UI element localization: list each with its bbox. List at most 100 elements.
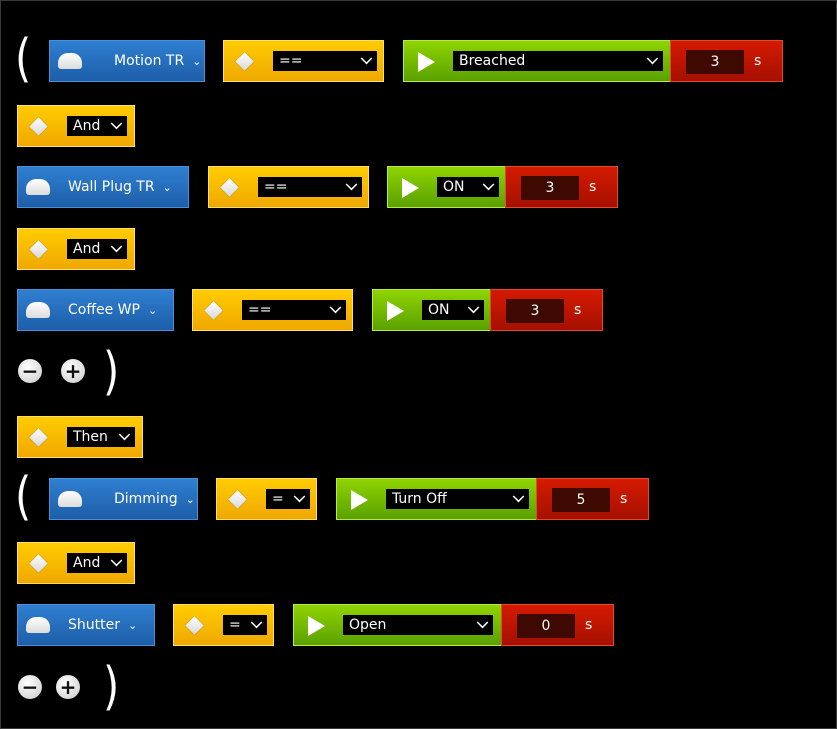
- value-block: ON: [387, 166, 506, 208]
- then-value: Then: [73, 429, 108, 445]
- chevron-down-icon: [110, 240, 123, 253]
- remove-action-button[interactable]: −: [18, 675, 42, 699]
- minus-circle-icon: −: [21, 675, 39, 699]
- minus-circle-icon: −: [21, 359, 39, 383]
- connector-select[interactable]: And: [67, 553, 127, 573]
- value-block: Open: [293, 604, 502, 646]
- value-select[interactable]: ON: [437, 177, 499, 197]
- device-icon: [58, 491, 82, 507]
- value-select[interactable]: Turn Off: [386, 489, 529, 509]
- connector-value: And: [73, 118, 101, 134]
- diamond-icon: [29, 116, 48, 136]
- chevron-down-icon: [467, 301, 480, 314]
- play-icon: [418, 52, 435, 72]
- value-text: Open: [349, 617, 387, 633]
- connector-value: And: [73, 555, 101, 571]
- operator-value: =: [229, 617, 241, 633]
- operator-select[interactable]: =: [223, 615, 267, 635]
- chevron-down-icon: [293, 490, 306, 503]
- chevron-down-icon: [110, 117, 123, 130]
- connector-select[interactable]: And: [67, 116, 127, 136]
- delay-input[interactable]: 3: [506, 299, 564, 323]
- delay-block: 3 s: [490, 289, 603, 331]
- open-paren: (: [15, 467, 32, 527]
- chevron-down-icon: ⌄: [192, 54, 202, 68]
- chevron-down-icon: [476, 616, 489, 629]
- delay-block: 3 s: [505, 166, 618, 208]
- device-select-coffee-wp[interactable]: Coffee WP ⌄: [17, 289, 174, 331]
- diamond-icon: [220, 177, 239, 197]
- device-label: Shutter: [68, 617, 120, 633]
- rule-editor: ( Motion TR ⌄ == Breached 3 s And Wall P…: [0, 0, 837, 729]
- value-select[interactable]: Open: [343, 615, 493, 635]
- value-text: ON: [428, 302, 450, 318]
- operator-block: =: [173, 604, 274, 646]
- operator-select[interactable]: ==: [258, 177, 362, 197]
- chevron-down-icon: [482, 178, 495, 191]
- chevron-down-icon: ⌄: [147, 303, 158, 317]
- operator-block: =: [216, 478, 317, 520]
- value-block: Breached: [403, 40, 671, 82]
- device-select-motion-tr[interactable]: Motion TR ⌄: [49, 40, 205, 82]
- device-label: Coffee WP: [68, 302, 140, 318]
- operator-select[interactable]: =: [266, 489, 310, 509]
- operator-value: ==: [248, 302, 272, 318]
- value-select[interactable]: ON: [422, 300, 484, 320]
- diamond-icon: [29, 553, 48, 573]
- close-paren: ): [103, 342, 120, 402]
- chevron-down-icon: [646, 52, 659, 65]
- chevron-down-icon: ⌄: [162, 180, 172, 194]
- delay-unit: s: [585, 617, 593, 633]
- delay-unit: s: [754, 53, 762, 69]
- device-label: Dimming: [114, 491, 178, 507]
- chevron-down-icon: ⌄: [185, 492, 195, 506]
- chevron-down-icon: [250, 616, 263, 629]
- chevron-down-icon: ⌄: [127, 618, 138, 632]
- value-text: Turn Off: [392, 491, 447, 507]
- value-text: ON: [443, 179, 465, 195]
- connector-block: And: [17, 105, 135, 147]
- chevron-down-icon: [329, 301, 342, 314]
- operator-value: ==: [264, 179, 288, 195]
- delay-block: 5 s: [536, 478, 649, 520]
- device-select-shutter[interactable]: Shutter ⌄: [17, 604, 155, 646]
- operator-block: ==: [192, 289, 353, 331]
- delay-input[interactable]: 0: [517, 614, 575, 638]
- operator-select[interactable]: ==: [273, 51, 377, 71]
- operator-block: ==: [208, 166, 369, 208]
- diamond-icon: [29, 427, 48, 447]
- add-condition-button[interactable]: +: [61, 359, 85, 383]
- delay-input[interactable]: 3: [686, 50, 744, 74]
- remove-condition-button[interactable]: −: [18, 359, 42, 383]
- play-icon: [402, 178, 419, 198]
- chevron-down-icon: [360, 52, 373, 65]
- device-label: Wall Plug TR: [68, 179, 155, 195]
- operator-value: ==: [279, 53, 303, 69]
- device-select-wall-plug-tr[interactable]: Wall Plug TR ⌄: [17, 166, 189, 208]
- play-icon: [308, 616, 325, 636]
- open-paren: (: [15, 29, 32, 89]
- chevron-down-icon: [345, 178, 358, 191]
- play-icon: [351, 490, 368, 510]
- chevron-down-icon: [110, 554, 123, 567]
- value-block: Turn Off: [336, 478, 537, 520]
- device-label: Motion TR: [114, 53, 185, 69]
- delay-input[interactable]: 3: [521, 176, 579, 200]
- value-text: Breached: [459, 53, 526, 69]
- value-block: ON: [372, 289, 491, 331]
- diamond-icon: [204, 300, 223, 320]
- device-icon: [26, 302, 50, 318]
- device-select-dimming[interactable]: Dimming ⌄: [49, 478, 198, 520]
- delay-input[interactable]: 5: [552, 488, 610, 512]
- add-action-button[interactable]: +: [56, 675, 80, 699]
- connector-select[interactable]: And: [67, 239, 127, 259]
- then-select[interactable]: Then: [67, 427, 135, 447]
- delay-unit: s: [620, 491, 628, 507]
- value-select[interactable]: Breached: [453, 51, 663, 71]
- delay-block: 3 s: [670, 40, 783, 82]
- close-paren: ): [103, 657, 120, 717]
- diamond-icon: [185, 615, 204, 635]
- operator-select[interactable]: ==: [242, 300, 346, 320]
- device-icon: [26, 179, 50, 195]
- diamond-icon: [235, 51, 254, 71]
